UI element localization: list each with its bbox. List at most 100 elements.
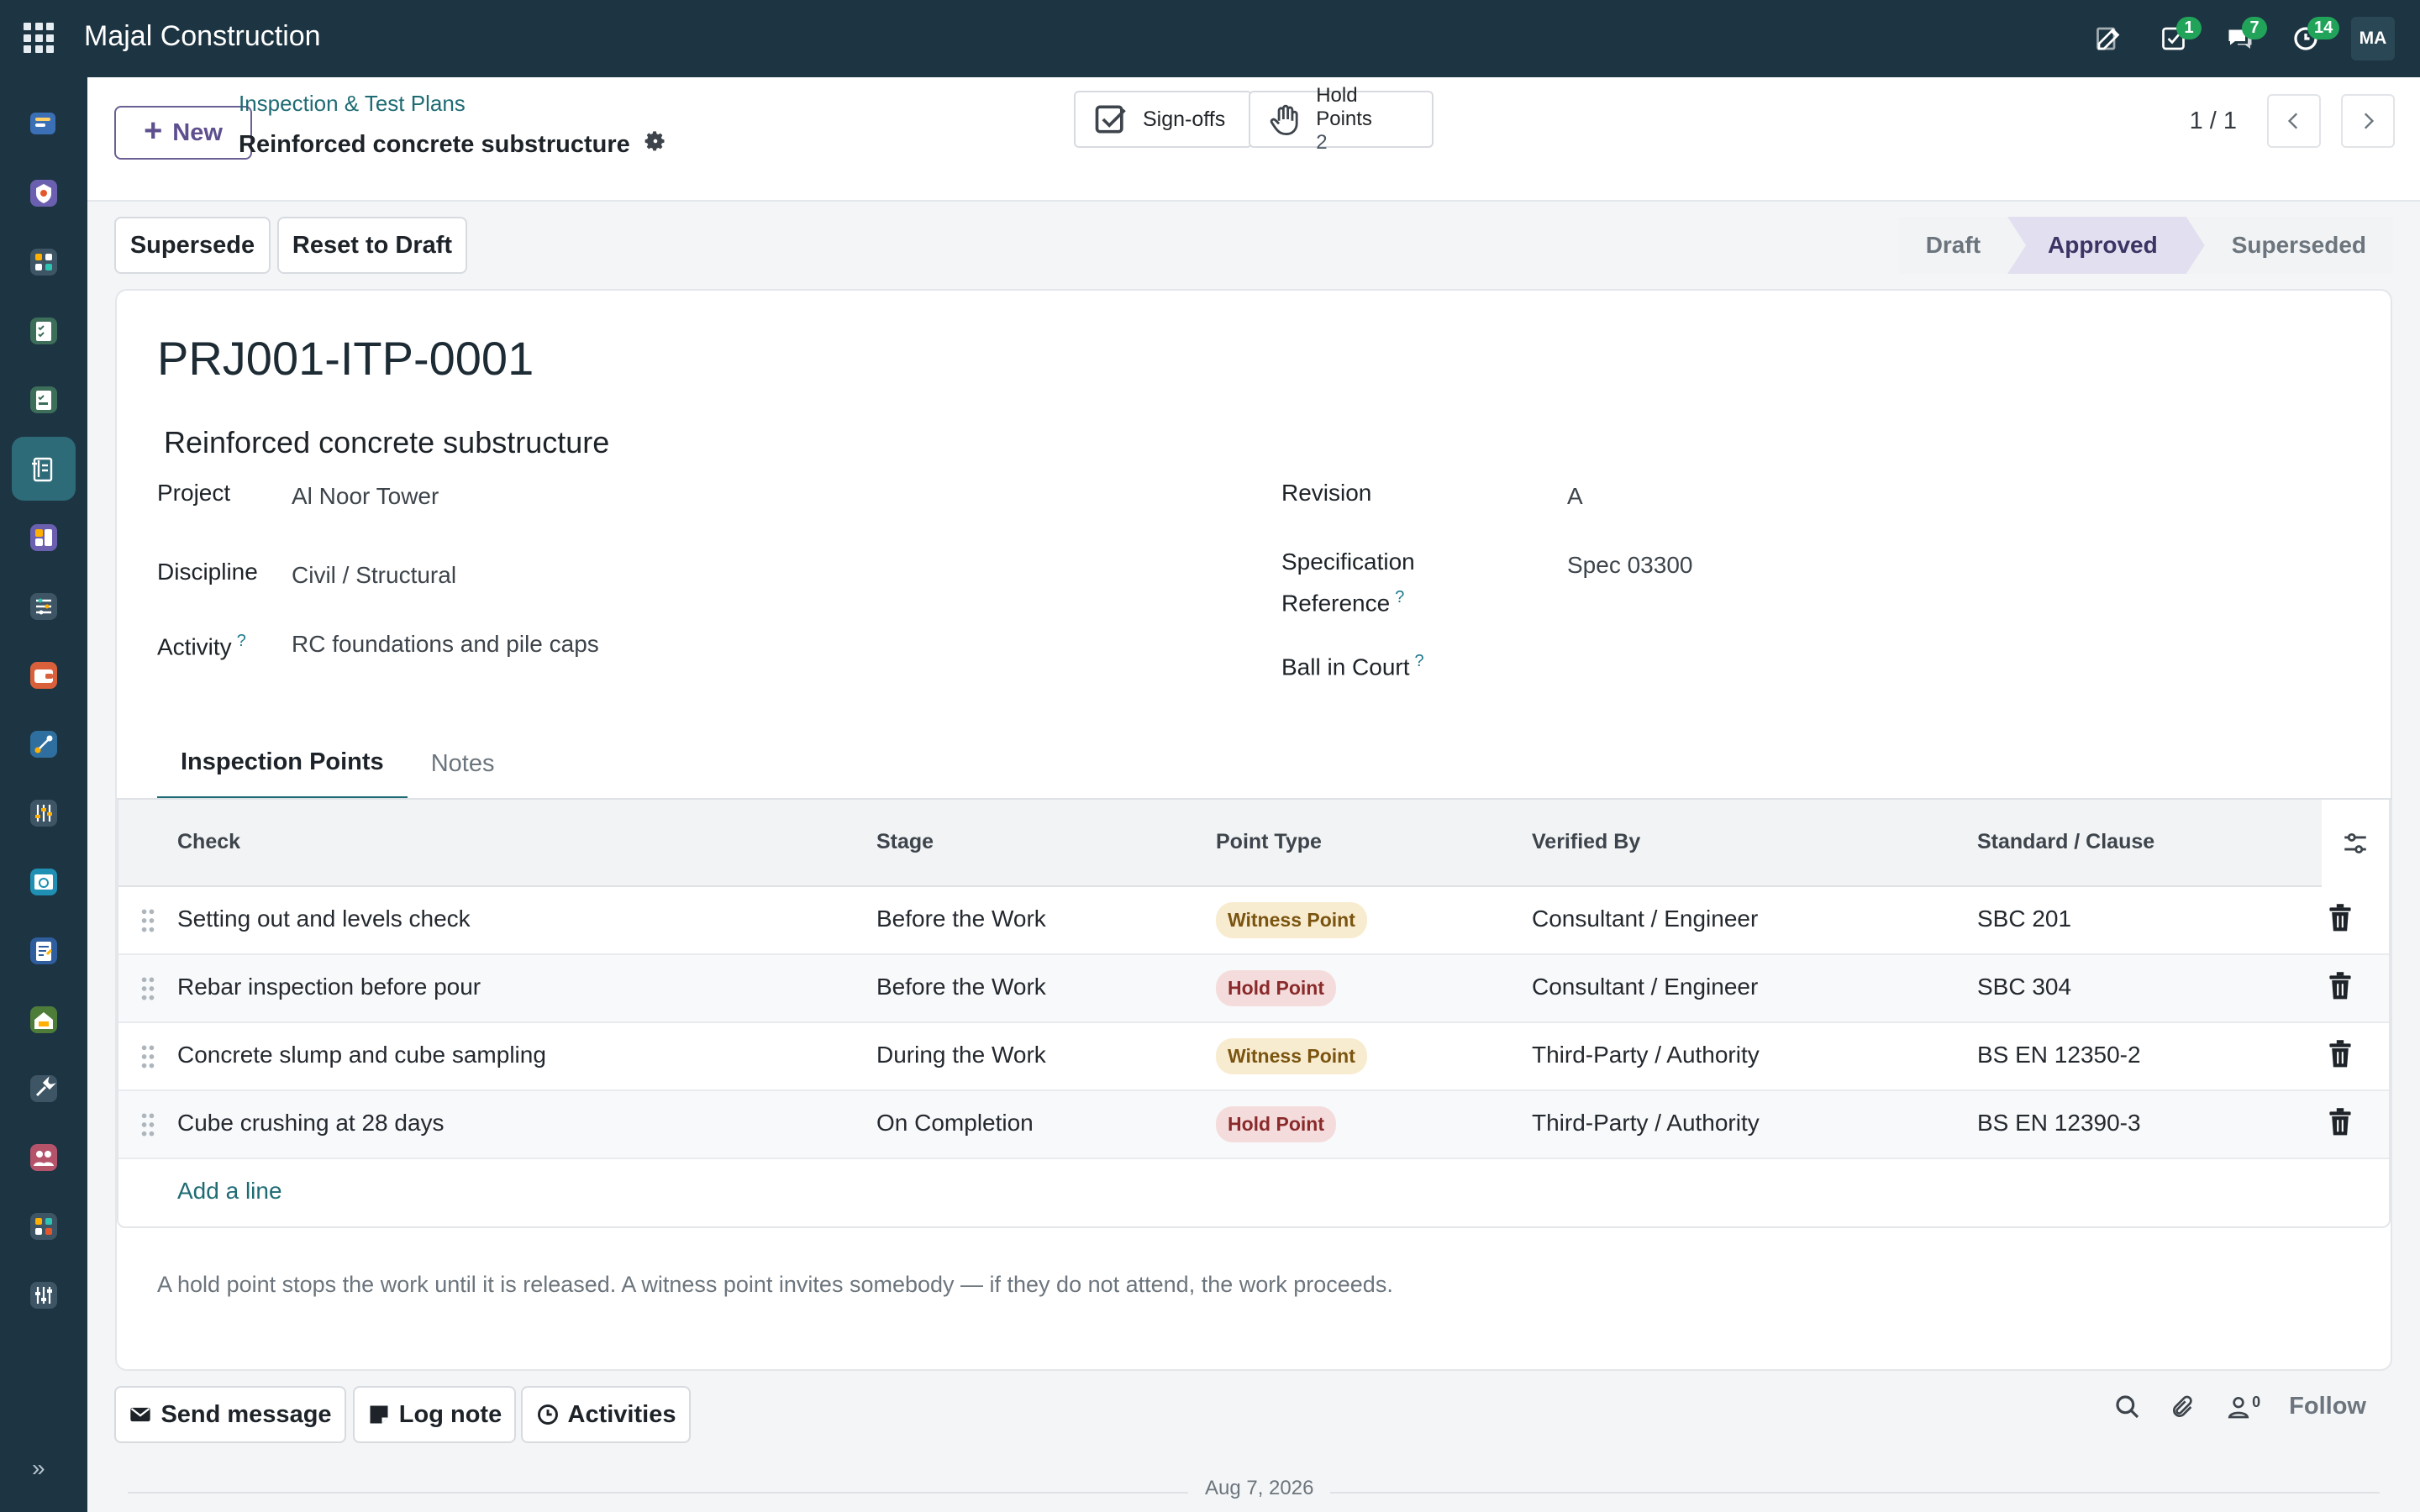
signoffs-smart-button[interactable]: Sign-offs <box>1074 91 1252 148</box>
modules-app-icon[interactable] <box>22 1205 66 1248</box>
stage-draft[interactable]: Draft <box>1899 217 2007 274</box>
itp-name-field[interactable]: Reinforced concrete substructure <box>164 425 609 460</box>
holdpoints-smart-button[interactable]: Hold Points 2 <box>1249 84 1434 154</box>
site-app-icon[interactable] <box>22 998 66 1042</box>
activities-button[interactable]: Activities <box>521 1386 691 1443</box>
kanban-app-icon[interactable] <box>22 516 66 559</box>
tools-app-icon[interactable] <box>22 1067 66 1110</box>
delete-row-icon[interactable] <box>2328 1108 2352 1141</box>
ball-in-court-field[interactable] <box>1567 647 2071 682</box>
pager-value[interactable]: 1 / 1 <box>2190 108 2237 135</box>
team-app-icon[interactable] <box>22 1136 66 1179</box>
website-app-icon[interactable] <box>22 860 66 904</box>
tab-inspection-points[interactable]: Inspection Points <box>157 727 408 800</box>
cell-standard: SBC 201 <box>1977 906 2072 932</box>
sidebar-expand-icon[interactable]: » <box>32 1455 45 1482</box>
signoffs-label: Sign-offs <box>1143 107 1226 131</box>
edit-icon[interactable] <box>2089 18 2129 59</box>
new-button[interactable]: + New <box>114 106 252 160</box>
point-type-badge: Hold Point <box>1216 970 1336 1006</box>
company-name[interactable]: Majal Construction <box>84 20 321 53</box>
tab-notes[interactable]: Notes <box>408 727 518 800</box>
header-verified-by[interactable]: Verified By <box>1532 830 1640 854</box>
chevron-left-icon <box>2287 113 2298 129</box>
sliders-icon <box>2344 832 2366 854</box>
table-row[interactable]: Concrete slump and cube sampling During … <box>118 1023 2389 1091</box>
log-note-button[interactable]: Log note <box>353 1386 516 1443</box>
header-standard-clause[interactable]: Standard / Clause <box>1977 830 2154 854</box>
header-point-type[interactable]: Point Type <box>1216 830 1322 854</box>
point-type-badge: Witness Point <box>1216 1038 1367 1074</box>
drag-handle-icon[interactable] <box>140 1111 155 1142</box>
send-message-button[interactable]: Send message <box>114 1386 346 1443</box>
messages-icon[interactable]: 7 <box>2220 17 2267 59</box>
header-check[interactable]: Check <box>177 830 240 854</box>
drag-handle-icon[interactable] <box>140 1043 155 1074</box>
add-line-link[interactable]: Add a line <box>177 1178 282 1205</box>
pager-next-button[interactable] <box>2341 94 2395 148</box>
activities-icon[interactable]: 1 <box>2154 17 2202 59</box>
holdpoints-count: 2 <box>1316 131 1328 154</box>
revision-label: Revision <box>1281 480 1372 506</box>
send-message-label: Send message <box>160 1400 332 1428</box>
config-app-icon[interactable] <box>22 1273 66 1317</box>
specification-help-icon[interactable]: ? <box>1395 588 1404 606</box>
discipline-label: Discipline <box>157 559 258 585</box>
chatter: Send message Log note Activities 0 Follo… <box>87 1371 2420 1512</box>
drag-handle-icon[interactable] <box>140 907 155 938</box>
itp-app-icon[interactable] <box>12 437 76 501</box>
header-stage[interactable]: Stage <box>876 830 934 854</box>
delete-row-icon[interactable] <box>2328 972 2352 1005</box>
record-title: Reinforced concrete substructure <box>239 129 667 160</box>
cell-standard: SBC 304 <box>1977 974 2072 1000</box>
gear-icon[interactable] <box>644 129 667 160</box>
stage-approved[interactable]: Approved <box>2007 217 2205 274</box>
point-type-badge: Hold Point <box>1216 1106 1336 1142</box>
pager-previous-button[interactable] <box>2267 94 2321 148</box>
stage-superseded[interactable]: Superseded <box>2205 217 2393 274</box>
cell-verified-by: Consultant / Engineer <box>1532 974 1759 1000</box>
search-icon[interactable] <box>2114 1394 2141 1420</box>
followers-button[interactable]: 0 <box>2225 1394 2260 1420</box>
sliders-app-icon[interactable] <box>22 791 66 835</box>
paperclip-icon[interactable] <box>2170 1394 2196 1420</box>
activity-field[interactable]: RC foundations and pile caps <box>292 627 599 662</box>
timer-icon[interactable]: 14 <box>2286 17 2340 59</box>
tasks-app-icon[interactable] <box>22 378 66 422</box>
settings-list-app-icon[interactable] <box>22 585 66 628</box>
delete-row-icon[interactable] <box>2328 904 2352 937</box>
checklist-app-icon[interactable] <box>22 309 66 353</box>
timesheets-badge: 14 <box>2307 17 2340 39</box>
revision-field[interactable]: A <box>1567 479 1583 514</box>
cell-standard: BS EN 12350-2 <box>1977 1042 2141 1068</box>
supersede-button[interactable]: Supersede <box>114 217 271 274</box>
breadcrumb-itp[interactable]: Inspection & Test Plans <box>239 91 466 117</box>
shield-app-icon[interactable] <box>22 171 66 215</box>
messages-badge: 7 <box>2242 17 2267 39</box>
point-type-badge: Witness Point <box>1216 902 1367 938</box>
systray: 1 7 14 MA <box>2089 15 2395 62</box>
follow-button[interactable]: Follow <box>2289 1393 2366 1420</box>
specification-field[interactable]: Spec 03300 <box>1567 548 1692 583</box>
flow-app-icon[interactable] <box>22 722 66 766</box>
ball-in-court-help-icon[interactable]: ? <box>1415 652 1424 670</box>
cell-stage: Before the Work <box>876 974 1046 1000</box>
apps-menu-icon[interactable] <box>24 23 54 53</box>
cell-standard: BS EN 12390-3 <box>1977 1110 2141 1136</box>
delete-row-icon[interactable] <box>2328 1040 2352 1073</box>
reset-to-draft-button[interactable]: Reset to Draft <box>277 217 467 274</box>
project-field[interactable]: Al Noor Tower <box>292 479 439 514</box>
discipline-field[interactable]: Civil / Structural <box>292 558 456 593</box>
table-row[interactable]: Cube crushing at 28 days On Completion H… <box>118 1091 2389 1159</box>
dashboard-app-icon[interactable] <box>22 240 66 284</box>
user-avatar[interactable]: MA <box>2351 17 2395 60</box>
table-row[interactable]: Setting out and levels check Before the … <box>118 887 2389 955</box>
wallet-app-icon[interactable] <box>22 654 66 697</box>
discuss-app-icon[interactable] <box>22 102 66 146</box>
clock-icon <box>537 1404 558 1425</box>
report-app-icon[interactable] <box>22 929 66 973</box>
optional-columns-button[interactable] <box>2322 800 2389 887</box>
table-row[interactable]: Rebar inspection before pour Before the … <box>118 955 2389 1023</box>
drag-handle-icon[interactable] <box>140 975 155 1006</box>
activity-help-icon[interactable]: ? <box>237 632 246 650</box>
